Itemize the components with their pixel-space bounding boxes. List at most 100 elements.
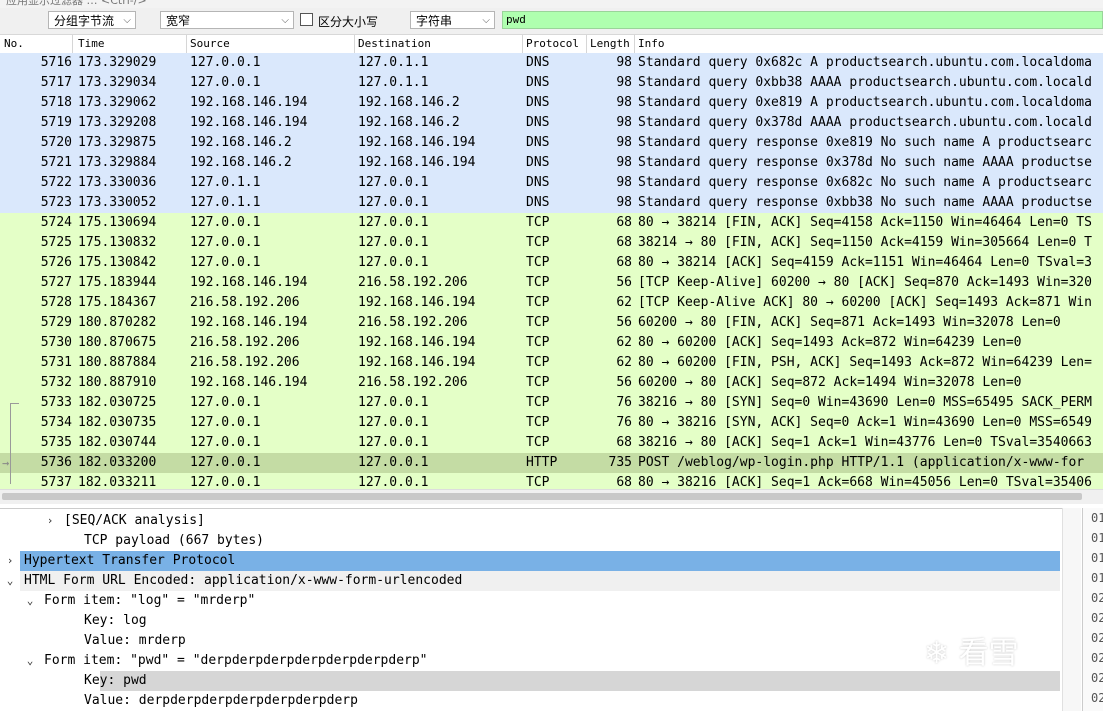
packet-length: 98 (616, 75, 632, 90)
col-header-length[interactable]: Length (590, 37, 630, 50)
packet-row[interactable]: 5720 173.329875 192.168.146.2 192.168.146.1… (0, 133, 1103, 153)
details-scrollbar[interactable] (1062, 508, 1081, 711)
charset-dropdown[interactable]: 宽窄 ⌵ (160, 11, 294, 29)
packet-row[interactable]: 5725 175.130832 127.0.0.1 127.0.0.1 TCP 68 382… (0, 233, 1103, 253)
chevron-down-icon: ⌵ (482, 15, 490, 26)
packet-row[interactable]: 5728 175.184367 216.58.192.206 192.168.146.… (0, 293, 1103, 313)
detail-tree-item[interactable]: Value: mrderp (0, 631, 1060, 651)
packet-info: 80 → 38214 [FIN, ACK] Seq=4158 Ack=1150 … (638, 215, 1092, 230)
packet-info: Standard query response 0xbb38 No such n… (638, 195, 1092, 210)
col-header-no[interactable]: No. (4, 37, 24, 50)
packet-row[interactable]: 5735 182.030744 127.0.0.1 127.0.0.1 TCP 68 382… (0, 433, 1103, 453)
packet-info: 80 → 60200 [FIN, PSH, ACK] Seq=1493 Ack=… (638, 355, 1092, 370)
packet-row[interactable]: 5732 180.887910 192.168.146.194 216.58.192.… (0, 373, 1103, 393)
col-header-info[interactable]: Info (638, 37, 665, 50)
collapse-arrow-icon[interactable]: ⌄ (4, 571, 16, 591)
col-header-time[interactable]: Time (78, 37, 105, 50)
bytes-offset: 02 (1091, 671, 1103, 685)
packet-row[interactable]: 5730 180.870675 216.58.192.206 192.168.146.… (0, 333, 1103, 353)
expand-arrow-icon[interactable]: › (4, 551, 16, 571)
detail-tree-label: Key: pwd (84, 673, 147, 688)
packet-length: 98 (616, 55, 632, 70)
packet-info: POST /weblog/wp-login.php HTTP/1.1 (appl… (638, 455, 1085, 470)
detail-tree-item[interactable]: ⌄ Form item: "log" = "mrderp" (0, 591, 1060, 611)
packet-info: 60200 → 80 [ACK] Seq=872 Ack=1494 Win=32… (638, 375, 1022, 390)
case-sensitive-label: 区分大小写 (318, 15, 379, 29)
scrollbar-thumb[interactable] (2, 493, 1082, 500)
packet-info: Standard query 0xbb38 AAAA productsearch… (638, 75, 1092, 90)
watermark-logo: ❄ 看雪 (924, 636, 1019, 671)
expand-arrow-icon[interactable]: › (44, 511, 56, 531)
search-in-dropdown[interactable]: 分组字节流 ⌵ (48, 11, 136, 29)
packet-length: 56 (616, 375, 632, 390)
packet-length: 735 (608, 455, 632, 470)
packet-info: 38216 → 80 [ACK] Seq=1 Ack=1 Win=43776 L… (638, 435, 1092, 450)
detail-tree-item[interactable]: › [SEQ/ACK analysis] (0, 511, 1060, 531)
detail-tree-item[interactable]: › Hypertext Transfer Protocol (0, 551, 1060, 571)
bytes-offset: 02 (1091, 691, 1103, 705)
packet-row[interactable]: 5726 175.130842 127.0.0.1 127.0.0.1 TCP 68 80 … (0, 253, 1103, 273)
packet-row[interactable]: 5724 175.130694 127.0.0.1 127.0.0.1 TCP 68 80 … (0, 213, 1103, 233)
detail-tree-item[interactable]: TCP payload (667 bytes) (0, 531, 1060, 551)
packet-row[interactable]: 5718 173.329062 192.168.146.194 192.168.146… (0, 93, 1103, 113)
packet-row[interactable]: 5717 173.329034 127.0.0.1 127.0.1.1 DNS 98 Sta… (0, 73, 1103, 93)
col-header-source[interactable]: Source (190, 37, 230, 50)
charset-value: 宽窄 (166, 14, 191, 28)
packet-length: 56 (616, 275, 632, 290)
packet-length: 98 (616, 155, 632, 170)
detail-tree-item[interactable]: Key: log (0, 611, 1060, 631)
detail-tree-item[interactable]: Value: derpderpderpderpderpderpderp (0, 691, 1060, 711)
packet-bytes-pane: 0101010102020202020202 (1082, 508, 1103, 711)
packet-row[interactable]: 5729 180.870282 192.168.146.194 216.58.192.… (0, 313, 1103, 333)
detail-tree-label: Form item: "pwd" = "derpderpderpderpderp… (44, 653, 428, 668)
col-header-destination[interactable]: Destination (358, 37, 431, 50)
packet-row[interactable]: 5734 182.030735 127.0.0.1 127.0.0.1 TCP 76 80 … (0, 413, 1103, 433)
packet-length: 56 (616, 315, 632, 330)
packet-list[interactable]: 5716 173.329029 127.0.0.1 127.0.1.1 DNS 98 Sta… (0, 53, 1103, 489)
chevron-down-icon: ⌵ (281, 15, 289, 26)
packet-info: Standard query response 0xe819 No such n… (638, 135, 1092, 150)
packet-row[interactable]: 5737 182.033211 127.0.0.1 127.0.0.1 TCP 68 80 … (0, 473, 1103, 489)
packet-length: 68 (616, 235, 632, 250)
window-title: 应用显示过滤器 … <Ctrl-/> (6, 0, 147, 7)
packet-length: 76 (616, 395, 632, 410)
bytes-offset: 02 (1091, 591, 1103, 605)
packet-row[interactable]: 5727 175.183944 192.168.146.194 216.58.192.… (0, 273, 1103, 293)
packet-row[interactable]: 5716 173.329029 127.0.0.1 127.0.1.1 DNS 98 Sta… (0, 53, 1103, 73)
packet-info: 38216 → 80 [SYN] Seq=0 Win=43690 Len=0 M… (638, 395, 1092, 410)
detail-tree-label: Form item: "log" = "mrderp" (44, 593, 256, 608)
packet-row[interactable]: 5733 182.030725 127.0.0.1 127.0.0.1 TCP 76 382… (0, 393, 1103, 413)
packet-details-tree[interactable]: › [SEQ/ACK analysis] TCP payload (667 byte… (0, 508, 1078, 712)
packet-info: [TCP Keep-Alive ACK] 80 → 60200 [ACK] Se… (638, 295, 1092, 310)
search-input[interactable]: pwd (502, 11, 1103, 29)
packet-list-horizontal-scrollbar[interactable] (0, 489, 1103, 504)
conversation-bracket (10, 403, 19, 484)
packet-info: Standard query 0x378d AAAA productsearch… (638, 115, 1092, 130)
packet-row[interactable]: 5721 173.329884 192.168.146.2 192.168.146.1… (0, 153, 1103, 173)
related-packet-arrow-icon: → (2, 456, 10, 470)
collapse-arrow-icon[interactable]: ⌄ (24, 591, 36, 611)
packet-row[interactable]: 5722 173.330036 127.0.1.1 127.0.0.1 DNS 98 Sta… (0, 173, 1103, 193)
packet-length: 62 (616, 355, 632, 370)
packet-length: 76 (616, 415, 632, 430)
detail-tree-label: Value: mrderp (84, 633, 186, 648)
packet-info: 80 → 38216 [SYN, ACK] Seq=0 Ack=1 Win=43… (638, 415, 1092, 430)
detail-tree-label: Key: log (84, 613, 147, 628)
search-type-dropdown[interactable]: 字符串 ⌵ (410, 11, 495, 29)
col-header-protocol[interactable]: Protocol (526, 37, 579, 50)
packet-row[interactable]: 5719 173.329208 192.168.146.194 192.168.146… (0, 113, 1103, 133)
detail-tree-item[interactable]: ⌄ HTML Form URL Encoded: application/x-ww… (0, 571, 1060, 591)
case-sensitive-checkbox[interactable] (300, 13, 313, 26)
packet-row[interactable]: 5736 182.033200 127.0.0.1 127.0.0.1 HTTP 735 P… (0, 453, 1103, 473)
packet-length: 68 (616, 435, 632, 450)
window-title-strip: 应用显示过滤器 … <Ctrl-/> (0, 0, 1103, 8)
packet-info: [TCP Keep-Alive] 60200 → 80 [ACK] Seq=87… (638, 275, 1092, 290)
packet-row[interactable]: 5731 180.887884 216.58.192.206 192.168.146.… (0, 353, 1103, 373)
collapse-arrow-icon[interactable]: ⌄ (24, 651, 36, 671)
detail-tree-item[interactable]: Key: pwd (0, 671, 1060, 691)
detail-tree-label: Hypertext Transfer Protocol (24, 553, 236, 568)
packet-row[interactable]: 5723 173.330052 127.0.1.1 127.0.0.1 DNS 98 Sta… (0, 193, 1103, 213)
packet-length: 98 (616, 195, 632, 210)
packet-info: 60200 → 80 [FIN, ACK] Seq=871 Ack=1493 W… (638, 315, 1061, 330)
detail-tree-item[interactable]: ⌄ Form item: "pwd" = "derpderpderpderpder… (0, 651, 1060, 671)
